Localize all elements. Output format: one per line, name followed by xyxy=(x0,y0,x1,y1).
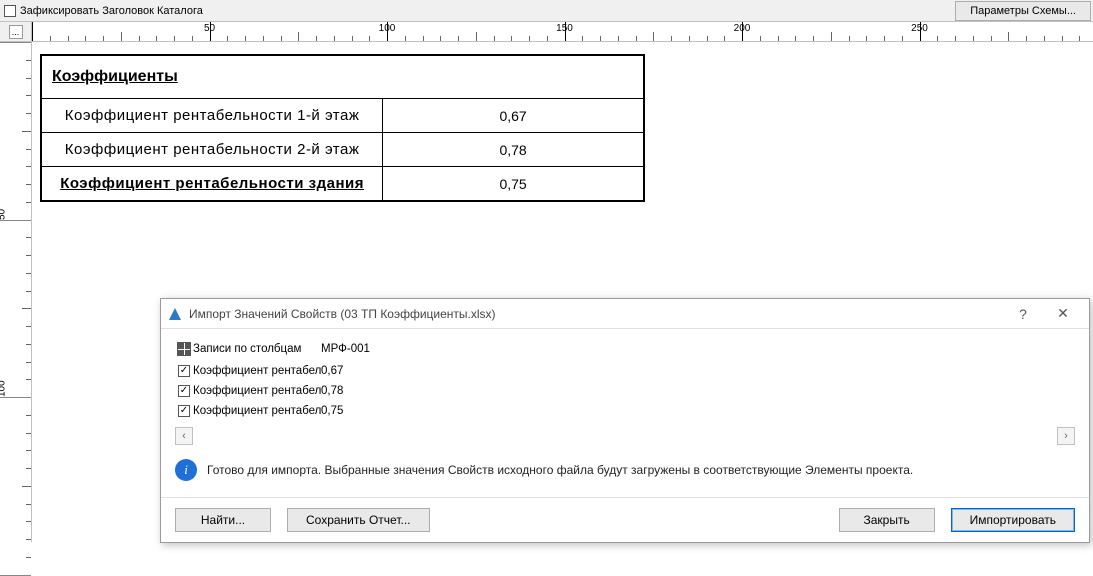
table-row: Коэффициент рентабельности 2-й этаж0,78 xyxy=(41,133,644,167)
coefficients-table: Коэффициенты Коэффициент рентабельности … xyxy=(40,54,645,202)
close-icon[interactable]: ✕ xyxy=(1043,300,1083,328)
top-toolbar: Зафиксировать Заголовок Каталога Парамет… xyxy=(0,0,1093,22)
ruler-label: 100 xyxy=(379,23,396,34)
import-row-value: 0,75 xyxy=(321,405,381,417)
ruler-corner: ... xyxy=(0,22,32,41)
header-col-id: МРФ-001 xyxy=(321,343,381,355)
info-icon: i xyxy=(175,459,197,481)
import-row: Коэффициент рентабел0,78 xyxy=(175,381,1075,401)
ruler-label: 50 xyxy=(0,208,8,219)
vertical-ruler[interactable]: 50 100 xyxy=(0,42,32,542)
dialog-titlebar[interactable]: Импорт Значений Свойств (03 ТП Коэффицие… xyxy=(161,299,1089,329)
info-row: i Готово для импорта. Выбранные значения… xyxy=(175,453,1075,491)
checkbox-icon xyxy=(178,405,190,417)
coefficient-value: 0,78 xyxy=(383,133,644,167)
scroll-left-button[interactable]: ‹ xyxy=(175,427,193,445)
checkbox-icon xyxy=(4,5,16,17)
coefficient-value: 0,75 xyxy=(383,167,644,202)
table-row: Коэффициент рентабельности здания0,75 xyxy=(41,167,644,202)
scheme-params-button[interactable]: Параметры Схемы... xyxy=(955,1,1091,21)
coefficient-value: 0,67 xyxy=(383,99,644,133)
ruler-label: 200 xyxy=(734,23,751,34)
row-checkbox[interactable] xyxy=(175,385,193,397)
dialog-title-text: Импорт Значений Свойств (03 ТП Коэффицие… xyxy=(189,307,496,321)
coefficient-name: Коэффициент рентабельности здания xyxy=(41,167,383,202)
import-row-value: 0,78 xyxy=(321,385,381,397)
checkbox-icon xyxy=(178,385,190,397)
import-row-name: Коэффициент рентабел xyxy=(193,385,321,397)
ruler-label: 150 xyxy=(556,23,573,34)
import-row: Коэффициент рентабел0,75 xyxy=(175,401,1075,421)
checkbox-icon xyxy=(178,365,190,377)
import-dialog: Импорт Значений Свойств (03 ТП Коэффицие… xyxy=(160,298,1090,543)
header-col-records: Записи по столбцам xyxy=(193,343,321,355)
ruler-label: 250 xyxy=(911,23,928,34)
ruler-row: ... 50 100 150 200 250 xyxy=(0,22,1093,42)
scroll-right-button[interactable]: › xyxy=(1057,427,1075,445)
fix-catalog-header-label: Зафиксировать Заголовок Каталога xyxy=(20,5,203,17)
import-grid-header: Записи по столбцам МРФ-001 xyxy=(175,339,1075,359)
ruler-label: 100 xyxy=(0,380,8,397)
info-text: Готово для импорта. Выбранные значения С… xyxy=(207,463,913,477)
help-button[interactable]: ? xyxy=(1003,300,1043,328)
horizontal-ruler[interactable]: 50 100 150 200 250 xyxy=(32,22,1093,41)
find-button[interactable]: Найти... xyxy=(175,508,271,532)
dialog-body: Записи по столбцам МРФ-001 Коэффициент р… xyxy=(161,329,1089,497)
dialog-button-row: Найти... Сохранить Отчет... Закрыть Импо… xyxy=(161,497,1089,542)
ruler-options-button[interactable]: ... xyxy=(9,25,23,39)
table-row: Коэффициент рентабельности 1-й этаж0,67 xyxy=(41,99,644,133)
import-button[interactable]: Импортировать xyxy=(951,508,1075,532)
coefficient-name: Коэффициент рентабельности 1-й этаж xyxy=(41,99,383,133)
fix-catalog-header-checkbox[interactable]: Зафиксировать Заголовок Каталога xyxy=(4,5,203,17)
horizontal-scroll: ‹ › xyxy=(175,421,1075,453)
close-button[interactable]: Закрыть xyxy=(839,508,935,532)
coefficient-name: Коэффициент рентабельности 2-й этаж xyxy=(41,133,383,167)
ruler-label: 50 xyxy=(204,23,215,34)
row-checkbox[interactable] xyxy=(175,365,193,377)
import-row-name: Коэффициент рентабел xyxy=(193,365,321,377)
import-row: Коэффициент рентабел0,67 xyxy=(175,361,1075,381)
import-row-value: 0,67 xyxy=(321,365,381,377)
row-checkbox[interactable] xyxy=(175,405,193,417)
save-report-button[interactable]: Сохранить Отчет... xyxy=(287,508,430,532)
columns-icon xyxy=(175,342,193,356)
table-header: Коэффициенты xyxy=(41,55,644,99)
import-row-name: Коэффициент рентабел xyxy=(193,405,321,417)
app-icon xyxy=(167,306,183,322)
